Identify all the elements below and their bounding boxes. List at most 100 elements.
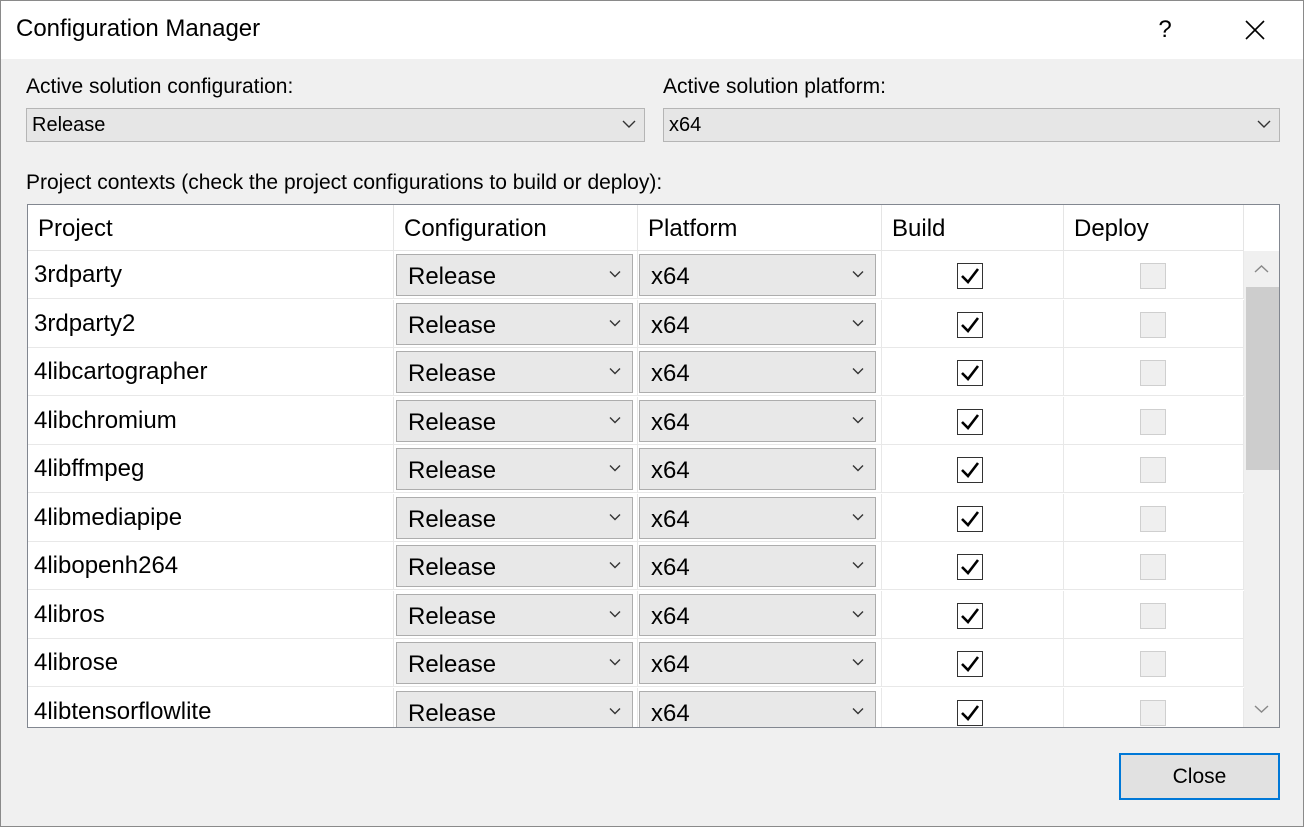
platform-cell: x64 [638, 639, 882, 687]
column-header-configuration[interactable]: Configuration [394, 205, 638, 251]
checkmark-icon [961, 413, 980, 430]
row-platform-dropdown[interactable]: x64 [639, 642, 876, 684]
row-configuration-value: Release [408, 651, 497, 678]
row-configuration-dropdown[interactable]: Release [396, 302, 633, 345]
column-header-platform[interactable]: Platform [638, 205, 882, 251]
table-row[interactable]: 4libchromium Release x64 [28, 396, 1244, 445]
table-row[interactable]: 4libros Release x64 [28, 590, 1244, 639]
deploy-checkbox[interactable] [1140, 408, 1166, 435]
configuration-cell: Release [394, 542, 638, 590]
table-row[interactable]: 4libffmpeg Release x64 [28, 445, 1244, 493]
close-button[interactable]: Close [1119, 753, 1280, 800]
build-checkbox[interactable] [957, 360, 983, 386]
project-cell[interactable]: 4libopenh264 [28, 542, 394, 590]
deploy-checkbox[interactable] [1140, 699, 1166, 726]
table-row[interactable]: 4libopenh264 Release x64 [28, 542, 1244, 590]
row-configuration-dropdown[interactable]: Release [396, 399, 633, 442]
build-checkbox[interactable] [957, 505, 983, 532]
project-cell[interactable]: 4libffmpeg [28, 445, 394, 493]
row-platform-dropdown[interactable]: x64 [639, 690, 876, 727]
table-row[interactable]: 4libtensorflowlite Release x64 [28, 687, 1244, 727]
build-checkbox[interactable] [957, 408, 983, 435]
row-platform-dropdown[interactable]: x64 [639, 448, 876, 490]
table-row[interactable]: 4librose Release x64 [28, 639, 1244, 687]
active-platform-dropdown[interactable]: x64 [663, 108, 1280, 142]
row-platform-dropdown[interactable]: x64 [639, 545, 876, 587]
row-configuration-dropdown[interactable]: Release [396, 593, 633, 636]
project-cell[interactable]: 3rdparty [28, 251, 394, 299]
help-button[interactable]: ? [1146, 11, 1184, 49]
chevron-down-icon [852, 659, 864, 666]
deploy-checkbox[interactable] [1140, 360, 1166, 386]
deploy-cell [1064, 348, 1244, 396]
close-window-button[interactable] [1236, 11, 1274, 49]
active-configuration-value: Release [32, 114, 106, 136]
build-checkbox[interactable] [957, 263, 983, 289]
build-checkbox[interactable] [957, 651, 983, 677]
active-configuration-dropdown[interactable]: Release [26, 108, 645, 142]
row-platform-dropdown[interactable]: x64 [639, 399, 876, 442]
project-cell[interactable]: 4libmediapipe [28, 493, 394, 542]
row-platform-dropdown[interactable]: x64 [639, 496, 876, 539]
build-checkbox[interactable] [957, 699, 983, 726]
column-header-project[interactable]: Project [28, 205, 394, 251]
project-cell[interactable]: 4libtensorflowlite [28, 687, 394, 727]
build-cell [882, 493, 1064, 542]
deploy-cell [1064, 687, 1244, 727]
project-cell[interactable]: 4libchromium [28, 396, 394, 445]
row-platform-dropdown[interactable]: x64 [639, 351, 876, 393]
project-cell[interactable]: 4librose [28, 639, 394, 687]
deploy-cell [1064, 396, 1244, 445]
scroll-up-button[interactable] [1244, 251, 1279, 287]
row-configuration-dropdown[interactable]: Release [396, 254, 633, 296]
project-cell[interactable]: 4libcartographer [28, 348, 394, 396]
row-configuration-dropdown[interactable]: Release [396, 448, 633, 490]
table-row[interactable]: 3rdparty2 Release x64 [28, 299, 1244, 348]
project-cell[interactable]: 4libros [28, 590, 394, 639]
deploy-checkbox[interactable] [1140, 311, 1166, 338]
row-platform-dropdown[interactable]: x64 [639, 593, 876, 636]
deploy-checkbox[interactable] [1140, 554, 1166, 580]
table-row[interactable]: 4libmediapipe Release x64 [28, 493, 1244, 542]
chevron-down-icon [852, 562, 864, 569]
build-checkbox[interactable] [957, 602, 983, 629]
column-header-label: Project [38, 215, 113, 242]
table-row[interactable]: 3rdparty Release x64 [28, 251, 1244, 299]
column-header-deploy[interactable]: Deploy [1064, 205, 1244, 251]
chevron-down-icon [609, 319, 621, 326]
build-cell [882, 639, 1064, 687]
project-contexts-label: Project contexts (check the project conf… [26, 171, 663, 194]
deploy-checkbox[interactable] [1140, 505, 1166, 532]
row-configuration-dropdown[interactable]: Release [396, 351, 633, 393]
platform-cell: x64 [638, 348, 882, 396]
vertical-scrollbar[interactable] [1244, 251, 1279, 727]
project-cell[interactable]: 3rdparty2 [28, 299, 394, 348]
column-header-build[interactable]: Build [882, 205, 1064, 251]
row-platform-dropdown[interactable]: x64 [639, 302, 876, 345]
build-checkbox[interactable] [957, 554, 983, 580]
row-configuration-dropdown[interactable]: Release [396, 496, 633, 539]
scroll-down-button[interactable] [1244, 691, 1279, 727]
chevron-down-icon [609, 610, 621, 617]
deploy-checkbox[interactable] [1140, 602, 1166, 629]
deploy-checkbox[interactable] [1140, 651, 1166, 677]
table-row[interactable]: 4libcartographer Release x64 [28, 348, 1244, 396]
chevron-down-icon [852, 513, 864, 520]
row-platform-value: x64 [651, 651, 690, 678]
row-configuration-dropdown[interactable]: Release [396, 690, 633, 727]
row-configuration-dropdown[interactable]: Release [396, 642, 633, 684]
row-platform-dropdown[interactable]: x64 [639, 254, 876, 296]
deploy-checkbox[interactable] [1140, 263, 1166, 289]
scrollbar-thumb[interactable] [1246, 287, 1279, 470]
deploy-cell [1064, 251, 1244, 299]
row-configuration-dropdown[interactable]: Release [396, 545, 633, 587]
row-configuration-value: Release [408, 263, 497, 290]
deploy-checkbox[interactable] [1140, 457, 1166, 483]
row-configuration-value: Release [408, 602, 497, 630]
deploy-cell [1064, 493, 1244, 542]
build-checkbox[interactable] [957, 311, 983, 338]
deploy-cell [1064, 542, 1244, 590]
build-cell [882, 542, 1064, 590]
build-checkbox[interactable] [957, 457, 983, 483]
row-platform-value: x64 [651, 699, 690, 727]
